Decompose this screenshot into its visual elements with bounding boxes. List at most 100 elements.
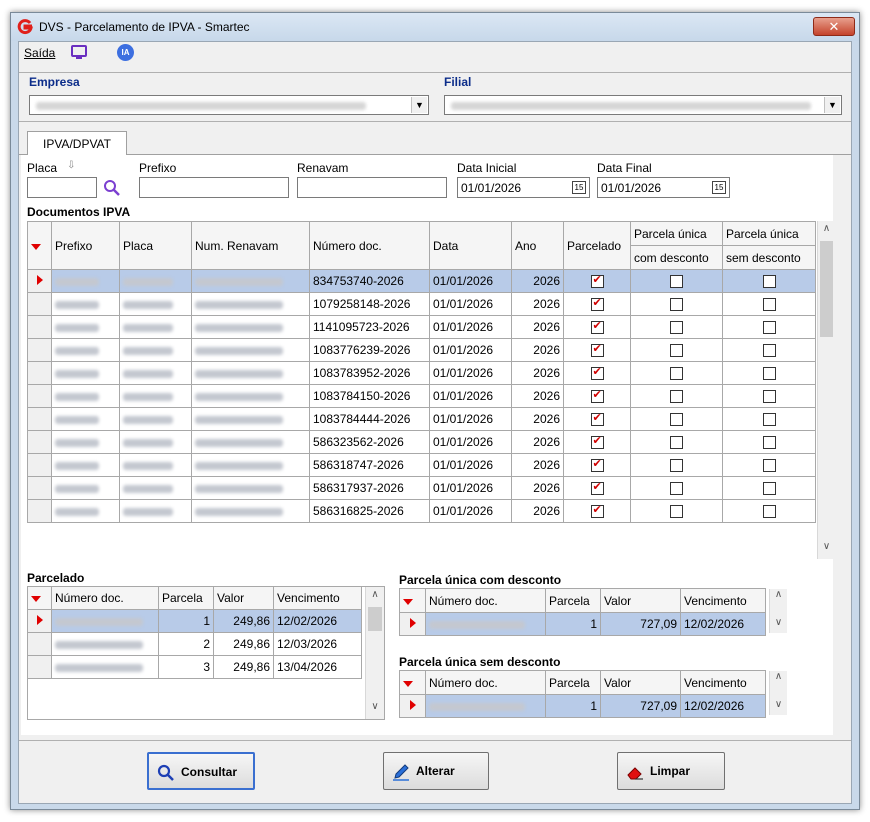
col-pu-com-sub[interactable]: com desconto [630,245,723,270]
table-row[interactable]: 1079258148-2026 01/01/2026 2026 [27,292,816,316]
checkbox-cell[interactable] [563,476,631,500]
checkbox-cell[interactable] [563,315,631,339]
table-row[interactable]: 586316825-2026 01/01/2026 2026 [27,499,816,523]
checkbox[interactable] [590,365,604,381]
row-indicator[interactable] [27,499,52,523]
checkbox-cell[interactable] [630,292,723,316]
col-valor[interactable]: Valor [600,670,681,695]
checkbox[interactable] [670,344,683,358]
sort-indicator[interactable] [399,588,426,613]
row-indicator[interactable] [399,612,426,636]
search-icon[interactable] [103,179,120,196]
monitor-icon[interactable] [71,45,87,59]
scroll-up-icon[interactable]: ∧ [770,589,787,605]
checkbox-cell[interactable] [563,499,631,523]
col-pu-com-top[interactable]: Parcela única [630,221,723,246]
checkbox-cell[interactable] [722,384,816,408]
col-vencimento[interactable]: Vencimento [680,588,766,613]
checkbox-cell[interactable] [563,269,631,293]
close-button[interactable]: ✕ [813,17,855,36]
placa-input[interactable] [27,177,97,198]
prefixo-input[interactable] [139,177,289,198]
menu-saida[interactable]: Saída [24,46,55,60]
alterar-button[interactable]: Alterar [383,752,489,790]
row-indicator[interactable] [399,694,426,718]
chevron-down-icon[interactable]: ▼ [824,97,840,113]
row-indicator[interactable] [27,453,52,477]
table-row[interactable]: 1 727,09 12/02/2026 [399,694,766,718]
col-parcela[interactable]: Parcela [545,588,601,613]
row-indicator[interactable] [27,655,52,679]
row-indicator[interactable] [27,292,52,316]
checkbox[interactable] [762,505,776,519]
col-numero-doc[interactable]: Número doc. [51,586,159,610]
scroll-up-icon[interactable]: ∧ [366,589,384,605]
checkbox-cell[interactable] [722,499,816,523]
checkbox-cell[interactable] [630,476,723,500]
sort-indicator[interactable] [399,670,426,695]
table-row[interactable]: 1083784444-2026 01/01/2026 2026 [27,407,816,431]
row-indicator[interactable] [27,430,52,454]
title-bar[interactable]: DVS - Parcelamento de IPVA - Smartec ✕ [11,13,859,41]
checkbox-cell[interactable] [722,292,816,316]
col-vencimento[interactable]: Vencimento [680,670,766,695]
checkbox-cell[interactable] [563,407,631,431]
checkbox-cell[interactable] [630,384,723,408]
table-row[interactable]: 1083784150-2026 01/01/2026 2026 [27,384,816,408]
table-row[interactable]: 1083783952-2026 01/01/2026 2026 [27,361,816,385]
parcelado-scrollbar[interactable]: ∧ ∨ [365,587,384,719]
pu-com-scrollbar[interactable]: ∧ ∨ [769,589,787,633]
scroll-thumb[interactable] [820,241,833,337]
checkbox[interactable] [590,503,604,519]
checkbox[interactable] [670,390,683,404]
col-valor[interactable]: Valor [600,588,681,613]
checkbox-cell[interactable] [630,315,723,339]
table-row[interactable]: 1141095723-2026 01/01/2026 2026 [27,315,816,339]
scroll-thumb[interactable] [368,607,382,631]
table-row[interactable]: 586317937-2026 01/01/2026 2026 [27,476,816,500]
table-row[interactable]: 2 249,86 12/03/2026 [27,632,362,656]
scroll-down-icon[interactable]: ∨ [818,541,835,557]
tab-ipva-dpvat[interactable]: IPVA/DPVAT [27,131,127,156]
checkbox[interactable] [762,275,776,289]
row-indicator[interactable] [27,476,52,500]
checkbox[interactable] [762,390,776,404]
checkbox-cell[interactable] [630,499,723,523]
checkbox-cell[interactable] [630,269,723,293]
checkbox[interactable] [670,321,683,335]
col-pu-sem-top[interactable]: Parcela única [722,221,816,246]
col-ano[interactable]: Ano [511,221,564,270]
pu-sem-scrollbar[interactable]: ∧ ∨ [769,671,787,715]
checkbox[interactable] [762,413,776,427]
col-placa[interactable]: Placa [119,221,192,270]
checkbox[interactable] [590,342,604,358]
col-vencimento[interactable]: Vencimento [273,586,362,610]
checkbox-cell[interactable] [563,384,631,408]
checkbox[interactable] [762,321,776,335]
checkbox[interactable] [762,482,776,496]
chevron-down-icon[interactable]: ▼ [411,97,427,113]
empresa-select[interactable]: ▼ [29,95,429,115]
table-row[interactable]: 586323562-2026 01/01/2026 2026 [27,430,816,454]
calendar-icon[interactable]: 15 [572,181,586,194]
ia-assistant-icon[interactable]: IA [117,44,134,61]
data-inicial-input[interactable]: 01/01/2026 15 [457,177,590,198]
row-indicator[interactable] [27,632,52,656]
row-indicator[interactable] [27,269,52,293]
col-data[interactable]: Data [429,221,512,270]
checkbox[interactable] [670,482,683,496]
checkbox[interactable] [670,275,683,289]
scroll-down-icon[interactable]: ∨ [770,699,787,715]
checkbox[interactable] [590,434,604,450]
col-prefixo[interactable]: Prefixo [51,221,120,270]
data-final-input[interactable]: 01/01/2026 15 [597,177,730,198]
checkbox-cell[interactable] [722,407,816,431]
checkbox-cell[interactable] [563,361,631,385]
row-indicator[interactable] [27,407,52,431]
checkbox[interactable] [590,457,604,473]
row-indicator[interactable] [27,338,52,362]
row-indicator[interactable] [27,384,52,408]
checkbox[interactable] [590,319,604,335]
checkbox[interactable] [762,344,776,358]
documentos-scrollbar[interactable]: ∧ ∨ [817,221,835,559]
